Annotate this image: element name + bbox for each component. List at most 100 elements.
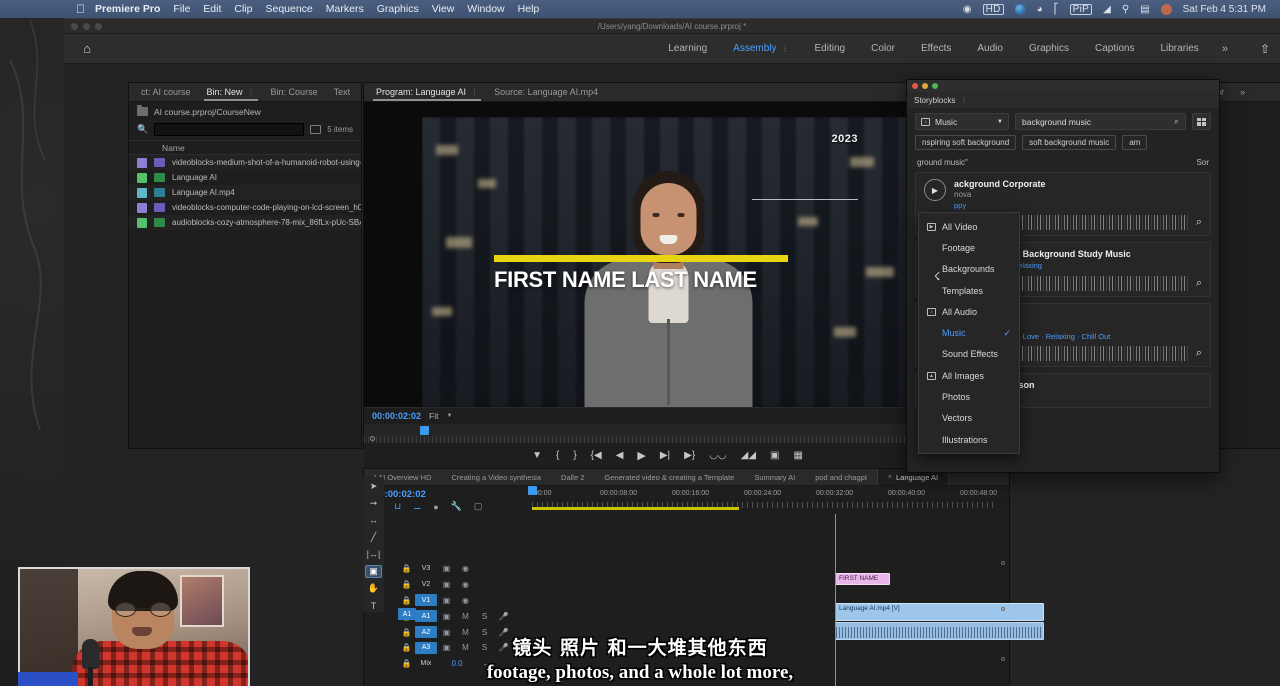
wrench-icon[interactable]: 🔧 xyxy=(451,501,462,512)
workspace-tab-libraries[interactable]: Libraries xyxy=(1147,34,1211,64)
work-area-bar[interactable] xyxy=(532,507,739,510)
list-item[interactable]: videoblocks-medium-shot-of-a-humanoid-ro… xyxy=(129,155,361,170)
sequence-tab-generated-video-template[interactable]: Generated video & creating a Template xyxy=(594,469,744,486)
zoom-handle-icon[interactable] xyxy=(370,436,375,441)
tab-text[interactable]: Text xyxy=(326,83,359,102)
timemachine-icon[interactable]: ◉ xyxy=(963,4,972,15)
dropdown-item-illustrations[interactable]: Illustrations xyxy=(919,429,1019,450)
menu-bar-clock[interactable]: Sat Feb 4 5:31 PM xyxy=(1183,4,1266,15)
menu-item-sequence[interactable]: Sequence xyxy=(265,3,312,15)
headphones-icon[interactable]: ◕ xyxy=(1037,4,1043,15)
screen-sharing-icon[interactable]: ▤ xyxy=(1140,4,1149,15)
panel-menu-icon[interactable]: ⋮ xyxy=(960,96,967,104)
menu-item-clip[interactable]: Clip xyxy=(234,3,252,15)
maximize-window-icon[interactable] xyxy=(932,83,938,89)
type-tool[interactable]: T xyxy=(365,599,382,612)
share-icon[interactable]: ⇧ xyxy=(1260,42,1270,56)
spotlight-search-icon[interactable]: ⚲ xyxy=(1122,4,1129,15)
marker-icon[interactable]: ● xyxy=(433,502,438,512)
menu-item-window[interactable]: Window xyxy=(467,3,504,15)
slip-tool[interactable]: |↔| xyxy=(365,548,382,561)
mute-icon[interactable]: M xyxy=(456,612,475,621)
search-icon[interactable]: ⌕ xyxy=(1174,116,1179,127)
hd-badge-icon[interactable]: HD xyxy=(983,4,1004,15)
panel-menu-icon[interactable]: ⋮ xyxy=(248,88,255,96)
workspace-tab-captions[interactable]: Captions xyxy=(1082,34,1147,64)
sequence-tab-pod-and-chagpt[interactable]: pod and chagpt xyxy=(805,469,877,486)
audio-target-badge[interactable]: A1 xyxy=(398,608,416,620)
timeline-playhead-handle[interactable] xyxy=(528,486,537,495)
dropdown-item-templates[interactable]: Templates xyxy=(919,280,1019,301)
colorful-app-icon[interactable] xyxy=(1015,4,1026,15)
sync-lock-icon[interactable]: ▣ xyxy=(437,596,456,605)
playhead-marker[interactable] xyxy=(420,426,429,435)
storyblocks-panel-tab[interactable]: Storyblocks ⋮ xyxy=(907,92,1219,108)
selection-tool[interactable]: ➤ xyxy=(365,480,382,493)
dropdown-item-photos[interactable]: Photos xyxy=(919,386,1019,407)
hand-tool[interactable]: ✋ xyxy=(365,582,382,595)
workspace-tab-editing[interactable]: Editing xyxy=(802,34,859,64)
workspace-tab-audio[interactable]: Audio xyxy=(964,34,1016,64)
pip-badge-icon[interactable]: PiP xyxy=(1070,4,1092,15)
track-header-a1[interactable]: 🔒 A1 ▣ M S 🎤 xyxy=(398,608,532,624)
captions-icon[interactable]: ▢ xyxy=(474,501,483,512)
menu-item-edit[interactable]: Edit xyxy=(203,3,221,15)
program-monitor-ruler[interactable] xyxy=(364,424,971,443)
track-header-v2[interactable]: 🔒 V2 ▣ ◉ xyxy=(398,577,532,593)
sync-lock-icon[interactable]: ▣ xyxy=(437,612,456,621)
lock-icon[interactable]: 🔒 xyxy=(398,564,415,573)
track-select-forward-tool[interactable]: ➞ xyxy=(365,497,382,510)
workspace-tab-learning[interactable]: Learning xyxy=(655,34,720,64)
button-editor-icon[interactable]: ▦ xyxy=(793,450,802,461)
list-item[interactable]: audioblocks-cozy-atmosphere-78-mix_86fLx… xyxy=(129,215,361,230)
workspace-tab-assembly[interactable]: Assembly⋮ xyxy=(720,34,801,64)
search-input[interactable]: background music ⌕ xyxy=(1015,113,1186,130)
program-fit-select[interactable]: Fit ▼ xyxy=(429,411,452,421)
chip-suggestion[interactable]: am xyxy=(1122,135,1147,150)
track-visibility-eye-icon[interactable]: ◉ xyxy=(456,580,475,589)
dropdown-item-music[interactable]: Music ✓ xyxy=(919,322,1019,343)
timeline-clip-graphic[interactable]: FIRST NAME xyxy=(835,573,890,585)
category-select[interactable]: ♪ Music ▼ xyxy=(915,113,1009,130)
list-item[interactable]: videoblocks-computer-code-playing-on-lcd… xyxy=(129,200,361,215)
sequence-tab-summary-ai[interactable]: Summary AI xyxy=(744,469,805,486)
lift-icon[interactable]: ◡◡ xyxy=(709,450,726,461)
timeline-ruler[interactable]: :00:00 00:00:08:00 00:00:16:00 00:00:24:… xyxy=(532,486,995,514)
workspace-tab-graphics[interactable]: Graphics xyxy=(1016,34,1082,64)
track-name-label[interactable]: A1 xyxy=(415,610,437,622)
pen-tool[interactable]: ▣ xyxy=(365,565,382,578)
workspace-tab-effects[interactable]: Effects xyxy=(908,34,964,64)
panel-menu-icon[interactable]: ⋮ xyxy=(471,88,478,96)
chip-suggestion[interactable]: soft background music xyxy=(1022,135,1116,150)
home-icon[interactable]: ⌂ xyxy=(74,41,100,56)
menu-item-markers[interactable]: Markers xyxy=(326,3,364,15)
list-item[interactable]: Language AI.mp4 xyxy=(129,185,361,200)
apple-logo-icon[interactable]:  xyxy=(76,3,85,15)
dropdown-item-vectors[interactable]: Vectors xyxy=(919,408,1019,429)
close-icon[interactable]: × xyxy=(888,474,892,481)
close-window-icon[interactable] xyxy=(912,83,918,89)
dropdown-item-all-images[interactable]: ▲ All Images xyxy=(919,365,1019,386)
track-name-label[interactable]: V2 xyxy=(415,579,437,591)
step-forward-icon[interactable]: ▶| xyxy=(660,450,670,461)
track-name-label[interactable]: V1 xyxy=(415,594,437,606)
menu-item-file[interactable]: File xyxy=(173,3,190,15)
dropdown-item-all-audio[interactable]: ♪ All Audio xyxy=(919,301,1019,322)
sequence-tab-creating-video-synthesia[interactable]: Creating a Video synthesia xyxy=(442,469,552,486)
export-frame-icon[interactable]: ▣ xyxy=(770,450,779,461)
project-search-input[interactable] xyxy=(154,123,304,136)
filter-bin-icon[interactable] xyxy=(310,125,321,134)
tab-program-language-ai[interactable]: Program: Language AI⋮ xyxy=(368,83,486,102)
right-panel-overflow-icon[interactable]: » xyxy=(1232,83,1253,102)
user-avatar-icon[interactable] xyxy=(1161,4,1172,15)
panel-menu-icon[interactable]: ⋮ xyxy=(782,45,789,53)
preview-zoom-icon[interactable]: ⌕ xyxy=(1196,216,1202,229)
sequence-tab-dalle-2[interactable]: Dalle 2 xyxy=(551,469,594,486)
menu-item-premiere-pro[interactable]: Premiere Pro xyxy=(95,3,160,15)
grid-view-icon[interactable] xyxy=(1192,113,1211,130)
program-monitor-stage[interactable]: 2023 FIRST NAME LAST NAME xyxy=(364,102,971,407)
mark-in-icon[interactable]: { xyxy=(556,450,559,461)
ripple-edit-tool[interactable]: ↔ xyxy=(365,514,382,527)
timeline-clip-video[interactable]: Language AI.mp4 [V] xyxy=(835,603,1044,621)
extract-icon[interactable]: ◢◢ xyxy=(741,450,756,461)
